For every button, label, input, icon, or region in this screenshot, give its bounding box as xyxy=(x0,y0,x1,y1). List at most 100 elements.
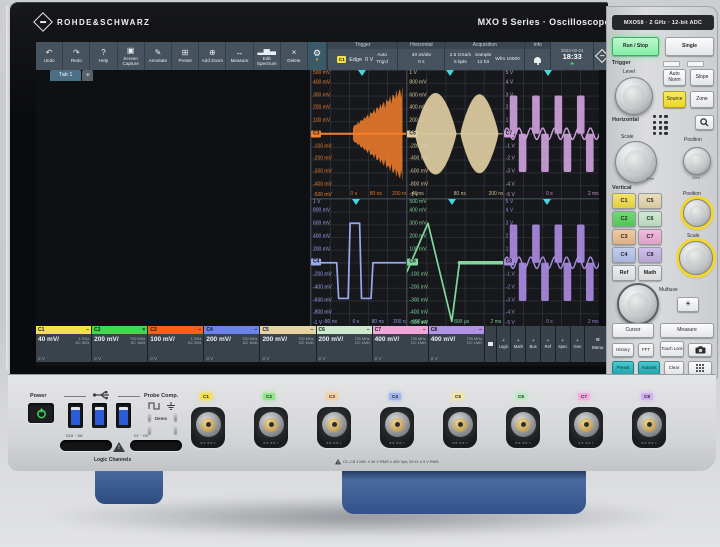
demo-pin-2[interactable] xyxy=(174,426,177,434)
toolbar-add-zoom-button[interactable]: ⊕Add Zoom xyxy=(199,42,226,70)
vertical-key-c3[interactable]: C3 xyxy=(612,229,636,245)
vertical-key-ref[interactable]: Ref xyxy=(612,265,636,281)
horizontal-position-knob[interactable] xyxy=(683,147,711,175)
logic-connector-2[interactable] xyxy=(130,440,182,451)
intensity-button[interactable]: ☀ xyxy=(677,297,699,312)
toolbar-edit-spectrum-button[interactable]: ▂▅▃Edit Spectrum xyxy=(254,42,281,70)
trigger-position-marker[interactable] xyxy=(352,199,360,205)
toolbar-annotate-button[interactable]: ✎Annotate xyxy=(145,42,172,70)
vertical-key-c8[interactable]: C8 xyxy=(638,247,662,263)
channel-marker-C4[interactable]: C4 xyxy=(311,259,321,266)
usb-port-1[interactable] xyxy=(68,403,83,428)
vertical-key-c4[interactable]: C4 xyxy=(612,247,636,263)
usb-port-3[interactable] xyxy=(116,403,131,428)
autoset-button[interactable]: Autoset xyxy=(638,361,660,375)
channel-marker-C6[interactable]: C6 xyxy=(407,259,417,266)
app-button-ref[interactable]: +Ref xyxy=(541,326,556,362)
touchscreen[interactable]: ↶Undo↷Redo?Help▣Screen Capture✎Annotate⊞… xyxy=(36,42,610,366)
demo-pin-1[interactable] xyxy=(148,426,151,434)
minimize-icon[interactable]: − xyxy=(311,326,314,334)
vertical-key-c5[interactable]: C5 xyxy=(638,193,662,209)
vertical-key-c7[interactable]: C7 xyxy=(638,229,662,245)
scope-panel-C5[interactable]: 1 V800 mV600 mV400 mV200 mVC5-200 mV-400… xyxy=(407,70,502,198)
fft-button[interactable]: FFT xyxy=(638,343,654,357)
status-acquisition[interactable]: Acquisition 2.5 GSa/s 5 kpts Sample 12 b… xyxy=(444,42,524,70)
zone-button[interactable]: Zone xyxy=(690,91,714,108)
bnc-connector-c2[interactable] xyxy=(254,407,288,448)
channel-box-C2[interactable]: C2×200 mV/700 MHzDC 1MΩ0 V xyxy=(92,326,148,362)
channel-marker-C8[interactable]: C8 xyxy=(504,259,514,266)
scope-panel-C6[interactable]: 500 mV400 mV300 mV200 mV100 mVC6-100 mV-… xyxy=(407,199,502,327)
toolbar-redo-button[interactable]: ↷Redo xyxy=(63,42,90,70)
channel-marker-C5[interactable]: C5 xyxy=(407,130,417,137)
auto-norm-button[interactable]: Auto Norm xyxy=(663,69,686,86)
preset-button[interactable]: Preset xyxy=(612,361,634,375)
channel-box-C3[interactable]: C3−100 mV/1 GHzDC 50Ω0 V xyxy=(148,326,204,362)
channel-box-C7[interactable]: C7−400 mV/700 MHzDC 1MΩ0 V xyxy=(373,326,429,362)
history-button[interactable]: History xyxy=(612,343,634,357)
trigger-position-marker[interactable] xyxy=(448,199,456,205)
multiuse-knob[interactable] xyxy=(617,283,659,325)
toolbar-measure-button[interactable]: ↔Measure xyxy=(226,42,253,70)
vertical-key-c1[interactable]: C1 xyxy=(612,193,636,209)
bnc-connector-c4[interactable] xyxy=(380,407,414,448)
slope-button[interactable]: Slope xyxy=(690,69,714,86)
vertical-key-math[interactable]: Math xyxy=(638,265,662,281)
minimize-icon[interactable]: − xyxy=(423,326,426,334)
close-icon[interactable]: × xyxy=(142,326,145,334)
bnc-connector-c6[interactable] xyxy=(506,407,540,448)
trigger-position-marker[interactable] xyxy=(446,70,454,76)
add-tab-button[interactable]: + xyxy=(82,70,93,81)
toolbar-preset-button[interactable]: ⊞Preset xyxy=(172,42,199,70)
status-trigger[interactable]: Trigger C1 Edge 0 V Auto Trig'd xyxy=(327,42,397,70)
vertical-key-c6[interactable]: C6 xyxy=(638,211,662,227)
trigger-position-marker[interactable] xyxy=(543,199,551,205)
bnc-connector-c7[interactable] xyxy=(569,407,603,448)
minimize-icon[interactable]: − xyxy=(198,326,201,334)
measure-button[interactable]: Measure xyxy=(660,323,714,338)
display-tile-button[interactable] xyxy=(485,326,497,362)
channel-box-C8[interactable]: C8−400 mV/700 MHzDC 1MΩ0 V xyxy=(429,326,485,362)
camera-button[interactable] xyxy=(688,343,712,357)
vertical-scale-knob[interactable] xyxy=(679,241,713,275)
touch-lock-button[interactable]: Touch Lock xyxy=(660,341,684,357)
minimize-icon[interactable]: − xyxy=(367,326,370,334)
scope-panel-C7[interactable]: 5 V4 V3 V2 V1 VC7-1 V-2 V-3 V-4 V-5 V0 s… xyxy=(504,70,599,198)
source-button[interactable]: Source xyxy=(663,91,686,108)
cursor-button[interactable]: Cursor xyxy=(612,323,654,338)
status-info[interactable]: Info xyxy=(524,42,550,70)
bnc-connector-c8[interactable] xyxy=(632,407,666,448)
channel-box-C6[interactable]: C6−200 mV/700 MHzDC 1MΩ0 V xyxy=(317,326,373,362)
scope-panel-C4[interactable]: 1 V800 mV600 mV400 mV200 mVC4-200 mV-400… xyxy=(311,199,406,327)
run-stop-button[interactable]: Run / Stop xyxy=(612,37,659,56)
minimize-icon[interactable]: − xyxy=(479,326,482,334)
bnc-connector-c1[interactable] xyxy=(191,407,225,448)
app-button-gen[interactable]: +Gen xyxy=(571,326,586,362)
toolbar-delete-button[interactable]: ×Delete xyxy=(281,42,308,70)
usb-port-2[interactable] xyxy=(92,403,107,428)
probe-comp-pin-2[interactable] xyxy=(174,413,177,421)
channel-box-C1[interactable]: C1−40 mV/1 GHzDC 50Ω0 V xyxy=(36,326,92,362)
zoom-button[interactable] xyxy=(695,115,714,130)
tab-1[interactable]: Tab 1 xyxy=(50,70,81,81)
probe-comp-pin-1[interactable] xyxy=(148,413,151,421)
app-button-spec[interactable]: +Spec xyxy=(556,326,571,362)
app-button-logic[interactable]: +Logic xyxy=(497,326,512,362)
toolbar-screen-capture-button[interactable]: ▣Screen Capture xyxy=(118,42,145,70)
apps-button[interactable] xyxy=(688,361,712,375)
app-button-bus[interactable]: +Bus xyxy=(526,326,541,362)
scope-panel-C3[interactable]: 500 mV400 mV300 mV200 mV100 mVC3-100 mV-… xyxy=(311,70,406,198)
channel-box-C4[interactable]: C4−200 mV/700 MHzDC 1MΩ0 V xyxy=(204,326,260,362)
power-button[interactable] xyxy=(28,403,54,423)
status-horizontal[interactable]: Horizontal 40 ns/div 0 s xyxy=(397,42,444,70)
bnc-connector-c5[interactable] xyxy=(443,407,477,448)
trigger-position-marker[interactable] xyxy=(358,70,366,76)
clear-button[interactable]: Clear xyxy=(664,361,684,375)
channel-box-C5[interactable]: C5−200 mV/700 MHzDC 1MΩ0 V xyxy=(260,326,316,362)
logic-connector-1[interactable] xyxy=(60,440,112,451)
app-button-math[interactable]: +Math xyxy=(511,326,526,362)
channel-marker-C3[interactable]: C3 xyxy=(311,130,321,137)
trigger-level-knob[interactable] xyxy=(615,77,653,115)
settings-button[interactable]: ⚙ ▾ xyxy=(308,42,327,70)
toolbar-undo-button[interactable]: ↶Undo xyxy=(36,42,63,70)
